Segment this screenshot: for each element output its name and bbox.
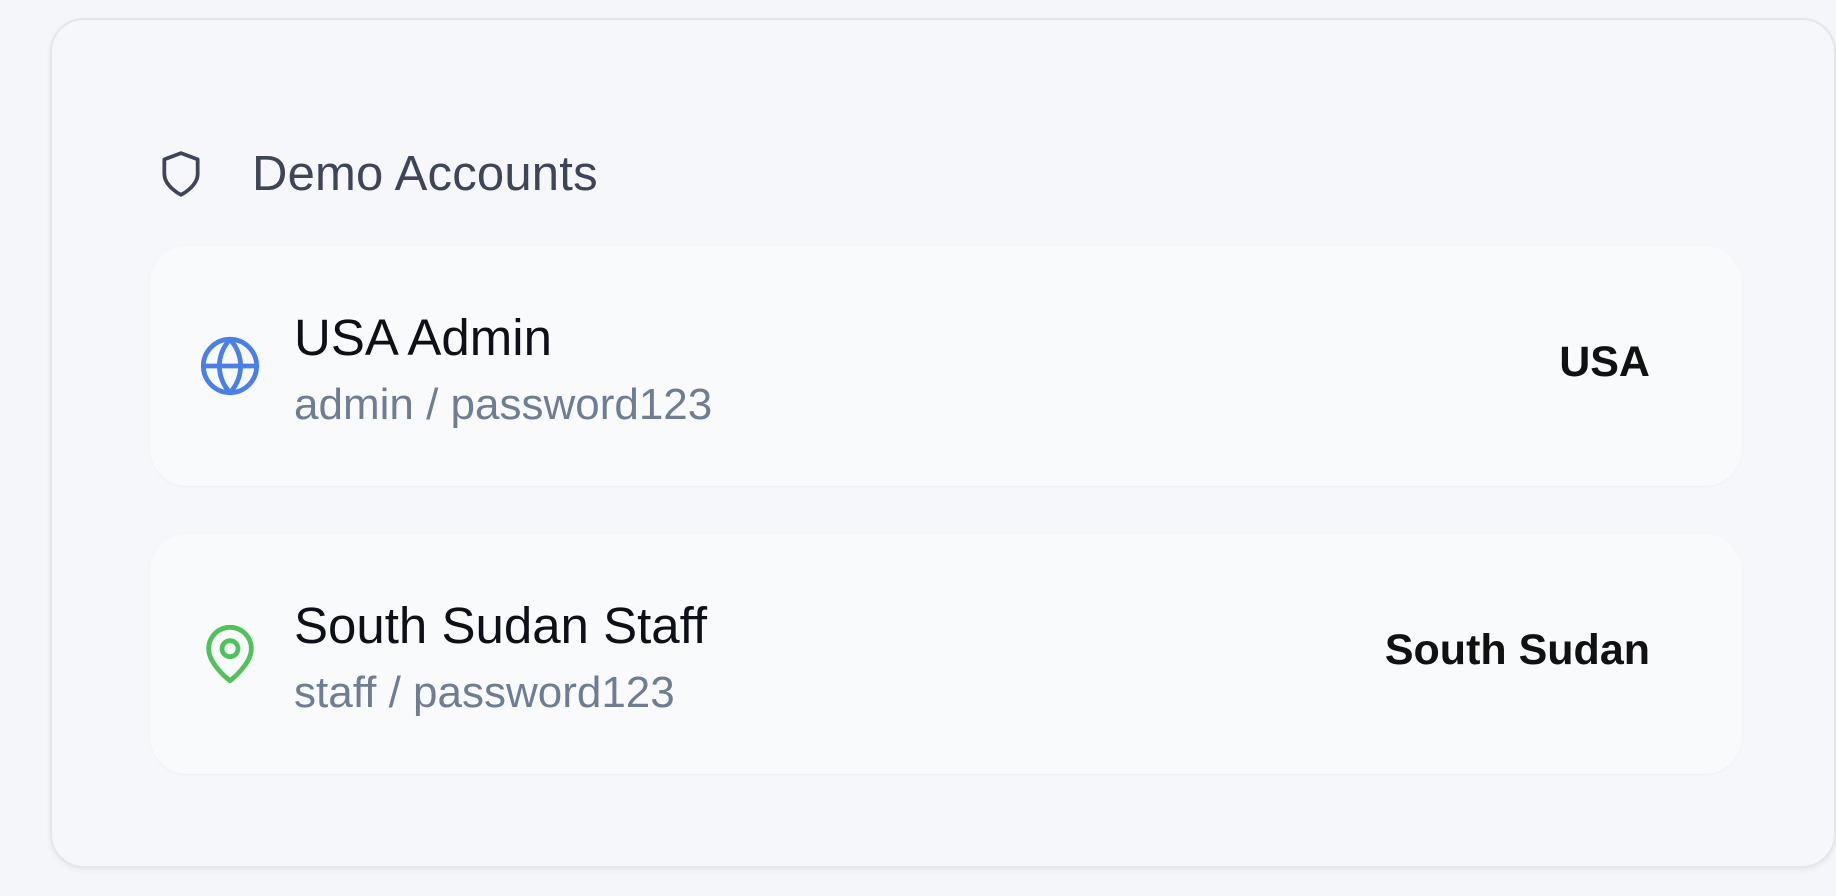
shield-icon	[154, 143, 208, 205]
account-card-usa-admin[interactable]: USA Admin admin / password123 USA	[150, 246, 1742, 486]
account-credentials: staff / password123	[294, 668, 675, 717]
account-region-badge: USA	[1559, 338, 1650, 386]
card-title: Demo Accounts	[252, 147, 598, 201]
map-pin-icon	[198, 622, 262, 686]
account-card-south-sudan-staff[interactable]: South Sudan Staff staff / password123 So…	[150, 534, 1742, 774]
globe-icon	[198, 334, 262, 398]
account-name: South Sudan Staff	[294, 597, 708, 654]
card-header: Demo Accounts	[154, 126, 598, 222]
account-region-badge: South Sudan	[1384, 626, 1650, 674]
account-credentials: admin / password123	[294, 380, 713, 429]
demo-accounts-card: Demo Accounts USA Admin admin / password…	[50, 18, 1836, 868]
account-name: USA Admin	[294, 309, 552, 366]
